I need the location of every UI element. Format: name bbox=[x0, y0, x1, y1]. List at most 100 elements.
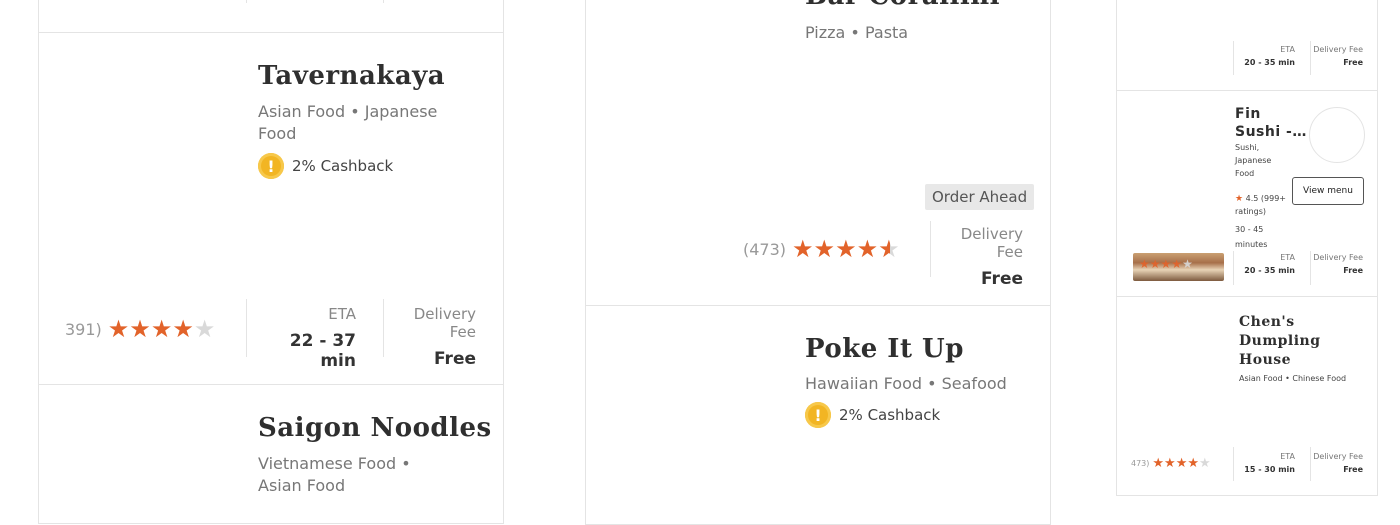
restaurant-logo bbox=[1309, 107, 1365, 163]
restaurant-name[interactable]: Fin Sushi -… bbox=[1235, 105, 1307, 141]
eta-value: 20 - 35 min bbox=[1244, 266, 1295, 275]
restaurant-name[interactable]: Poke It Up bbox=[805, 334, 964, 364]
cashback-badge: ! 2% Cashback bbox=[805, 402, 940, 428]
restaurant-card-poke-it-up[interactable]: Poke It Up Hawaiian Food • Seafood ! 2% … bbox=[585, 305, 1051, 525]
eta-label: ETA bbox=[328, 305, 356, 323]
star-rating: ★ ★ ★ ★ ★ bbox=[1152, 457, 1210, 470]
eta-label: ETA bbox=[1280, 452, 1295, 461]
star-icon: ★ bbox=[129, 315, 151, 343]
star-icon: ★ bbox=[1235, 194, 1244, 204]
divider bbox=[383, 299, 384, 357]
delivery-fee: Delivery Fee Free bbox=[1313, 45, 1363, 67]
eta-label: ETA bbox=[1280, 45, 1295, 54]
eta: ETA 15 - 30 min bbox=[1237, 452, 1295, 474]
rating-count: (473) bbox=[743, 239, 787, 259]
image-overlay-stars: ★ ★ ★ ★ ★ bbox=[1139, 258, 1193, 270]
restaurant-name[interactable]: Tavernakaya bbox=[258, 61, 445, 91]
rating: 473) ★ ★ ★ ★ ★ bbox=[1131, 457, 1211, 470]
cuisine-line: Sushi, bbox=[1235, 143, 1260, 152]
delivery-fee-label: Delivery Fee bbox=[1313, 452, 1363, 461]
rating-count: 473) bbox=[1131, 459, 1150, 468]
divider bbox=[246, 299, 247, 357]
restaurant-card-fin-sushi[interactable]: Fin Sushi -… Sushi, Japanese Food ★ 4.5 … bbox=[1116, 90, 1378, 297]
divider bbox=[246, 0, 247, 3]
eta-value: 15 - 30 min bbox=[1244, 465, 1295, 474]
restaurant-card-bar-corallini[interactable]: Bar Corallini Pizza • Pasta Order Ahead … bbox=[585, 0, 1051, 306]
star-icon: ★ bbox=[172, 315, 194, 343]
star-icon: ★ bbox=[1171, 257, 1183, 271]
cashback-text: 2% Cashback bbox=[839, 406, 941, 424]
star-icon: ★ bbox=[878, 235, 900, 263]
star-icon: ★ bbox=[1139, 257, 1150, 271]
restaurant-cuisine: Asian Food • Japanese Food bbox=[258, 102, 438, 143]
restaurant-card-top[interactable] bbox=[38, 0, 504, 33]
cashback-coin-icon: ! bbox=[258, 153, 284, 179]
restaurant-card-chens-dumpling-house[interactable]: Chen's Dumpling House Asian Food • Chine… bbox=[1116, 296, 1378, 496]
delivery-time: 30 - 45 minutes bbox=[1235, 222, 1267, 252]
delivery-fee-label: Delivery Fee bbox=[960, 225, 1023, 261]
delivery-fee-value: Free bbox=[981, 269, 1023, 289]
delivery-fee: Delivery Fee Free bbox=[1313, 253, 1363, 275]
cashback-text: 2% Cashback bbox=[292, 157, 394, 175]
restaurant-name-line: Sushi -… bbox=[1235, 124, 1307, 140]
restaurant-cuisine: Vietnamese Food • Asian Food bbox=[258, 454, 411, 495]
restaurant-name-line: House bbox=[1239, 352, 1292, 368]
rating-text: 4.5 (999+ bbox=[1245, 194, 1286, 203]
divider bbox=[1310, 41, 1311, 75]
delivery-fee-label: Delivery Fee bbox=[1313, 253, 1363, 262]
star-rating: ★ ★ ★ ★ ★ bbox=[792, 237, 900, 261]
star-rating: ★ ★ ★ ★ ★ bbox=[108, 317, 216, 341]
star-icon: ★ bbox=[1149, 257, 1161, 271]
view-menu-button[interactable]: View menu bbox=[1292, 177, 1364, 205]
divider bbox=[1310, 251, 1311, 285]
cashback-badge: ! 2% Cashback bbox=[258, 153, 393, 179]
star-icon: ★ bbox=[1164, 456, 1176, 471]
order-ahead-badge: Order Ahead bbox=[925, 184, 1035, 210]
star-icon: ★ bbox=[1175, 456, 1188, 471]
restaurant-name[interactable]: Chen's Dumpling House bbox=[1239, 313, 1321, 370]
divider bbox=[1233, 251, 1234, 285]
restaurant-cuisine: Pizza • Pasta bbox=[805, 23, 909, 42]
eta-value: 22 - 37 min bbox=[289, 331, 356, 371]
rating: (473) ★ ★ ★ ★ ★ bbox=[743, 237, 900, 261]
star-icon: ★ bbox=[1187, 456, 1200, 471]
star-icon: ★ bbox=[150, 315, 173, 343]
star-icon: ★ bbox=[1182, 257, 1193, 271]
delivery-fee: Delivery Fee Free bbox=[936, 225, 1023, 289]
restaurant-name[interactable]: Saigon Noodles bbox=[258, 413, 492, 443]
eta: ETA 20 - 35 min bbox=[1237, 45, 1295, 67]
delivery-fee-label: Delivery Fee bbox=[413, 305, 476, 341]
delivery-fee-value: Free bbox=[434, 349, 476, 369]
time-line: minutes bbox=[1235, 240, 1268, 249]
star-icon: ★ bbox=[1160, 257, 1172, 271]
star-icon: ★ bbox=[813, 235, 836, 263]
cuisine-line: Japanese bbox=[1235, 156, 1272, 165]
divider bbox=[1310, 447, 1311, 481]
restaurant-name-line: Fin bbox=[1235, 106, 1261, 122]
delivery-fee-label: Delivery Fee bbox=[1313, 45, 1363, 54]
restaurant-card-tavernakaya[interactable]: Tavernakaya Asian Food • Japanese Food !… bbox=[38, 32, 504, 385]
delivery-fee-value: Free bbox=[1343, 266, 1363, 275]
star-icon: ★ bbox=[792, 235, 814, 263]
cashback-coin-icon: ! bbox=[805, 402, 831, 428]
divider bbox=[383, 0, 384, 3]
rating: 391) ★ ★ ★ ★ ★ bbox=[65, 317, 215, 341]
divider bbox=[1233, 447, 1234, 481]
delivery-fee: Delivery Fee Free bbox=[389, 305, 476, 369]
star-icon: ★ bbox=[1152, 456, 1165, 471]
restaurant-card-top-small[interactable]: ETA 20 - 35 min Delivery Fee Free bbox=[1116, 0, 1378, 91]
restaurant-card-saigon-noodles[interactable]: Saigon Noodles Vietnamese Food • Asian F… bbox=[38, 384, 504, 524]
restaurant-cuisine: Sushi, Japanese Food bbox=[1235, 141, 1271, 180]
divider bbox=[930, 221, 931, 277]
star-icon: ★ bbox=[107, 315, 130, 343]
restaurant-name[interactable]: Bar Corallini bbox=[805, 0, 1000, 11]
star-icon: ★ bbox=[1199, 456, 1211, 471]
star-icon: ★ bbox=[856, 235, 879, 263]
restaurant-cuisine: Asian Food • Chinese Food bbox=[1239, 374, 1347, 383]
delivery-fee: Delivery Fee Free bbox=[1313, 452, 1363, 474]
divider bbox=[1233, 41, 1234, 75]
delivery-fee-value: Free bbox=[1343, 465, 1363, 474]
rating-text: ratings) bbox=[1235, 207, 1266, 216]
delivery-fee-value: Free bbox=[1343, 58, 1363, 67]
eta-value: 20 - 35 min bbox=[1244, 58, 1295, 67]
